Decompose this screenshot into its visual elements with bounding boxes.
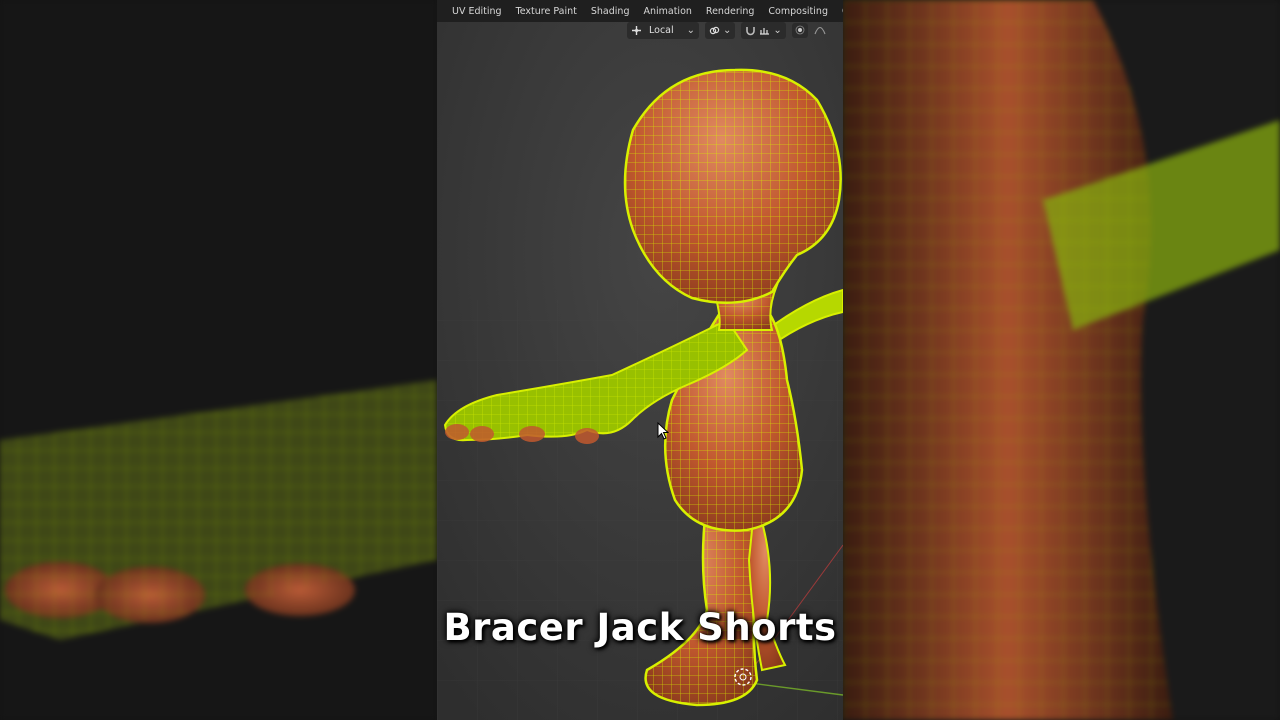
transform-orientation-icon [631, 25, 642, 36]
transform-orientation-dropdown[interactable]: Local ⌄ [627, 21, 700, 39]
tab-animation[interactable]: Animation [636, 6, 698, 17]
viewport-header-tools: Local ⌄ ⌄ ⌄ [627, 21, 826, 39]
tab-uv-editing[interactable]: UV Editing [445, 6, 509, 17]
blurred-background-right [843, 0, 1280, 720]
proportional-edit-icon[interactable] [791, 22, 808, 38]
blurred-background-left [0, 0, 437, 720]
tab-shading[interactable]: Shading [584, 6, 637, 17]
video-title-caption: Bracer Jack Shorts [443, 606, 837, 649]
video-frame: UV Editing Texture Paint Shading Animati… [437, 0, 843, 720]
tab-rendering[interactable]: Rendering [699, 6, 762, 17]
snap-magnet-icon [745, 25, 756, 36]
chevron-down-icon: ⌄ [686, 24, 696, 36]
tab-compositing[interactable]: Compositing [761, 6, 835, 17]
pivot-point-dropdown[interactable]: ⌄ [705, 21, 736, 39]
falloff-curve-icon[interactable] [814, 25, 826, 35]
workspace-tab-bar: UV Editing Texture Paint Shading Animati… [437, 0, 843, 22]
pivot-link-icon [709, 25, 720, 36]
3d-cursor-icon [734, 668, 752, 686]
snap-increment-icon [759, 25, 770, 36]
tab-texture-paint[interactable]: Texture Paint [509, 6, 584, 17]
snap-dropdown[interactable]: ⌄ [741, 21, 786, 39]
tab-geometry[interactable]: Geometry [835, 6, 843, 17]
chevron-down-icon: ⌄ [723, 24, 732, 36]
orientation-label: Local [649, 24, 674, 36]
chevron-down-icon: ⌄ [773, 24, 782, 36]
mouse-cursor-icon [657, 422, 669, 440]
